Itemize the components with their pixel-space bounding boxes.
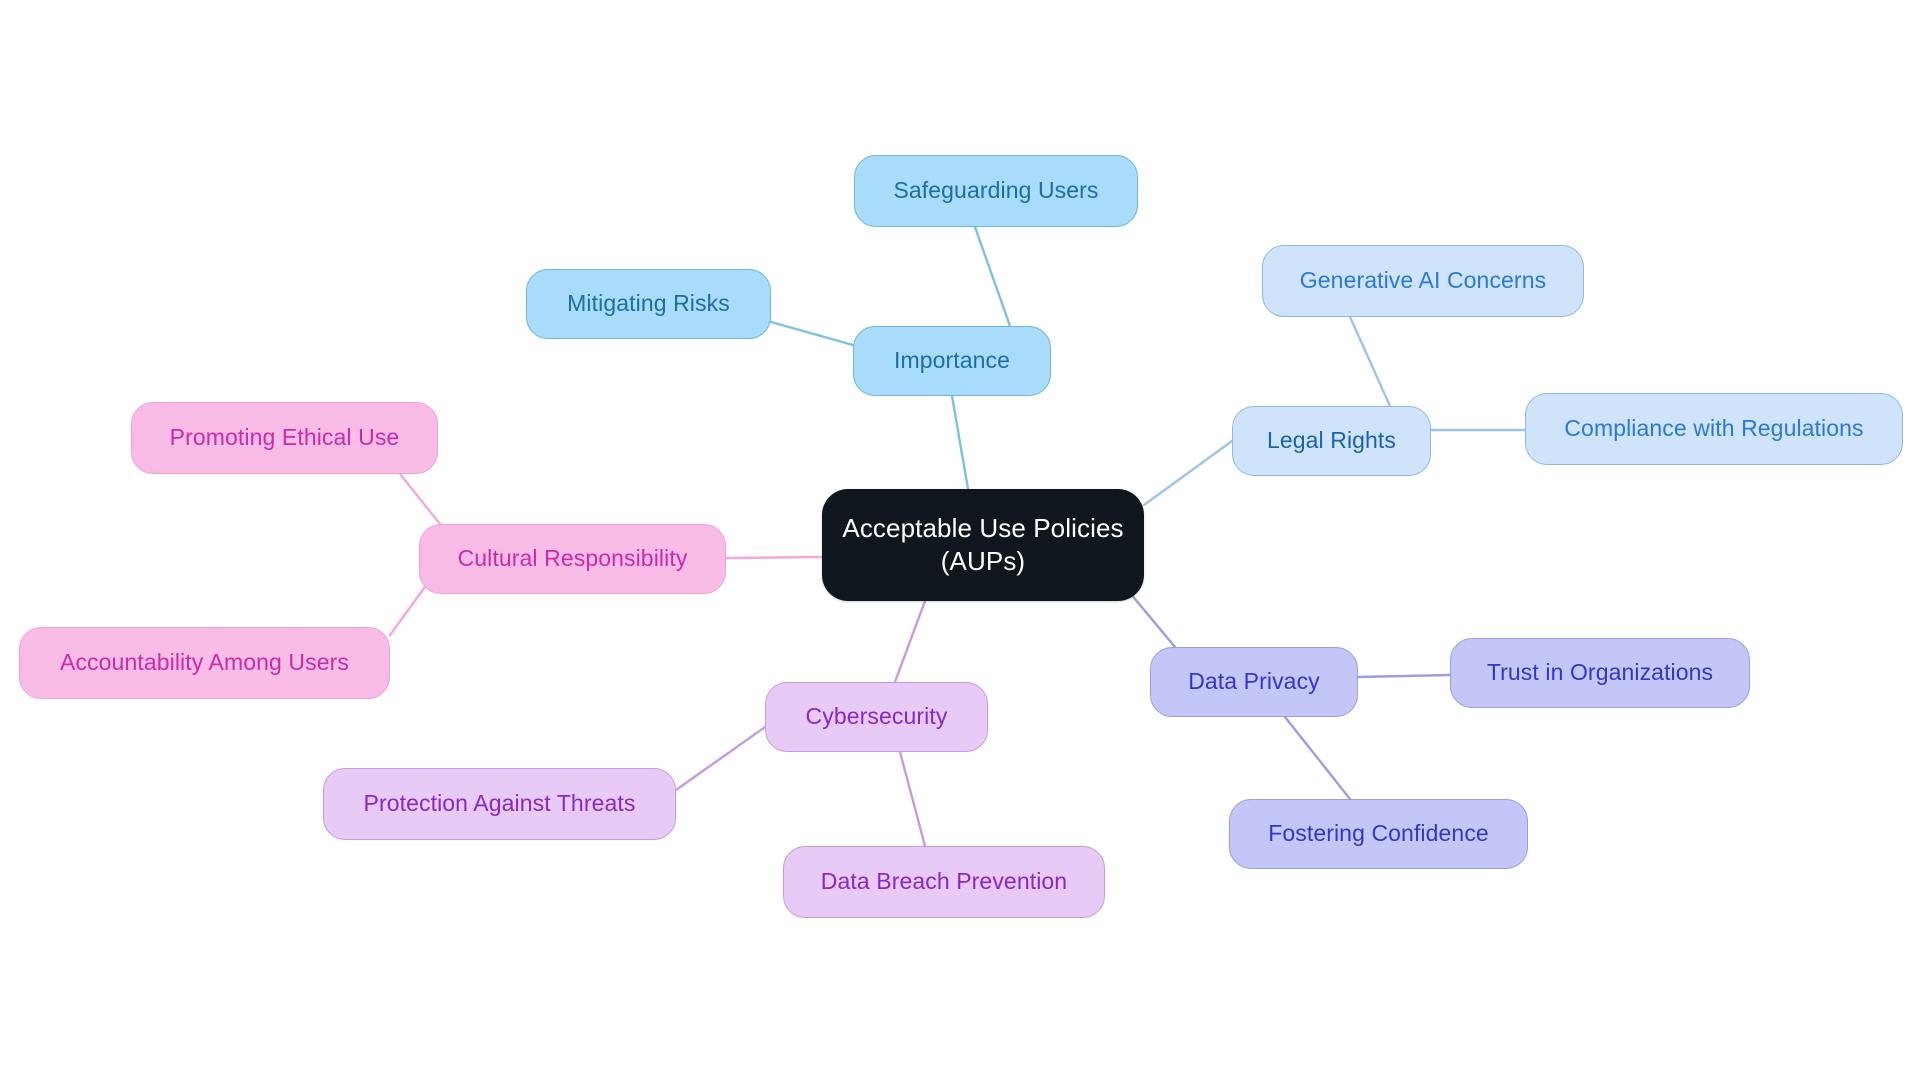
edge-dataprivacy-trust — [1356, 673, 1452, 679]
edge-cybersecurity-databreach — [898, 750, 927, 848]
node-label-protection-against-threats: Protection Against Threats — [363, 790, 636, 817]
node-root[interactable]: Acceptable Use Policies (AUPs) — [822, 489, 1144, 601]
edge-importance-safeguarding — [973, 225, 1012, 328]
node-label-trust-in-organizations: Trust in Organizations — [1486, 659, 1714, 686]
node-label-generative-ai-concerns: Generative AI Concerns — [1299, 267, 1547, 294]
node-label-compliance-with-regulations: Compliance with Regulations — [1564, 415, 1864, 442]
node-label-mitigating-risks: Mitigating Risks — [567, 290, 730, 317]
node-importance[interactable]: Importance — [853, 326, 1051, 396]
node-data-breach-prevention[interactable]: Data Breach Prevention — [783, 846, 1105, 918]
edge-root-cultural — [724, 555, 824, 560]
edge-importance-mitigating — [769, 320, 855, 347]
node-trust-in-organizations[interactable]: Trust in Organizations — [1450, 638, 1750, 708]
node-label-accountability-among-users: Accountability Among Users — [60, 649, 349, 676]
node-label-root: Acceptable Use Policies (AUPs) — [842, 512, 1124, 576]
node-label-importance: Importance — [893, 347, 1011, 374]
node-compliance-with-regulations[interactable]: Compliance with Regulations — [1525, 393, 1903, 465]
edge-dataprivacy-fostering — [1283, 715, 1352, 801]
node-cybersecurity[interactable]: Cybersecurity — [765, 682, 988, 752]
edge-root-legal — [1142, 439, 1234, 507]
edge-root-importance — [950, 394, 970, 491]
node-label-cultural-responsibility: Cultural Responsibility — [457, 545, 688, 572]
node-label-data-privacy: Data Privacy — [1188, 668, 1320, 695]
edge-root-cybersecurity — [893, 599, 927, 684]
edge-cultural-accountability — [388, 578, 432, 637]
node-mitigating-risks[interactable]: Mitigating Risks — [526, 269, 771, 339]
mindmap-canvas: Importance Safeguarding Users Mitigating R… — [0, 0, 1920, 1083]
node-fostering-confidence[interactable]: Fostering Confidence — [1229, 799, 1528, 869]
node-data-privacy[interactable]: Data Privacy — [1150, 647, 1358, 717]
node-label-legal-rights: Legal Rights — [1266, 427, 1397, 454]
node-accountability-among-users[interactable]: Accountability Among Users — [19, 627, 390, 699]
node-label-promoting-ethical-use: Promoting Ethical Use — [169, 424, 400, 451]
node-generative-ai-concerns[interactable]: Generative AI Concerns — [1262, 245, 1584, 317]
node-label-cybersecurity: Cybersecurity — [805, 703, 948, 730]
edge-cybersecurity-protection — [674, 725, 767, 792]
edge-cultural-promoting — [398, 472, 442, 526]
node-label-safeguarding-users: Safeguarding Users — [893, 177, 1099, 204]
node-label-data-breach-prevention: Data Breach Prevention — [820, 868, 1068, 895]
node-legal-rights[interactable]: Legal Rights — [1232, 406, 1431, 476]
node-protection-against-threats[interactable]: Protection Against Threats — [323, 768, 676, 840]
node-cultural-responsibility[interactable]: Cultural Responsibility — [419, 524, 726, 594]
node-safeguarding-users[interactable]: Safeguarding Users — [854, 155, 1138, 227]
node-promoting-ethical-use[interactable]: Promoting Ethical Use — [131, 402, 438, 474]
node-label-fostering-confidence: Fostering Confidence — [1268, 820, 1489, 847]
edge-legal-generative — [1348, 315, 1392, 408]
